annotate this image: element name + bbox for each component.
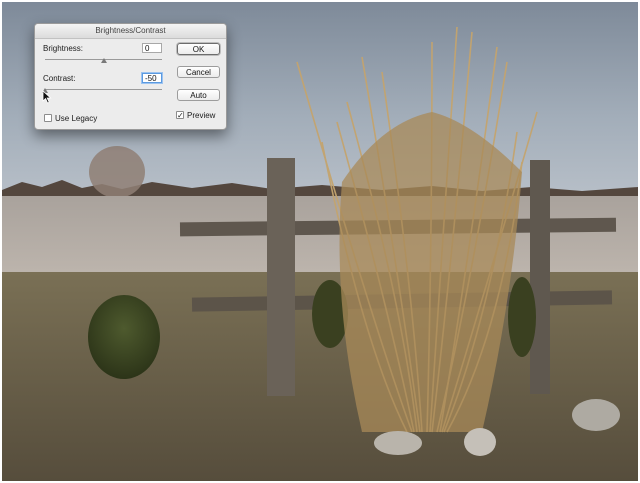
arrow-cursor-icon bbox=[42, 90, 52, 104]
contrast-field[interactable]: -50 bbox=[142, 73, 162, 83]
fence-post-left bbox=[267, 158, 295, 396]
checkmark-icon: ✓ bbox=[177, 111, 184, 120]
fence-post-right bbox=[530, 160, 550, 394]
cancel-button[interactable]: Cancel bbox=[177, 66, 220, 78]
contrast-slider-track[interactable] bbox=[45, 89, 162, 90]
brightness-slider-thumb[interactable] bbox=[100, 58, 107, 63]
brightness-field[interactable]: 0 bbox=[142, 43, 162, 53]
preview-checkbox[interactable]: ✓ bbox=[176, 111, 184, 120]
ok-button[interactable]: OK bbox=[177, 43, 220, 55]
preview-label: Preview bbox=[187, 111, 216, 120]
evergreen-shrub-left bbox=[88, 295, 160, 379]
auto-button[interactable]: Auto bbox=[177, 89, 220, 101]
use-legacy-label: Use Legacy bbox=[55, 114, 98, 123]
use-legacy-checkbox[interactable] bbox=[44, 114, 52, 122]
dialog-title: Brightness/Contrast bbox=[35, 24, 226, 39]
shrub-right bbox=[508, 277, 536, 357]
rock-1 bbox=[374, 431, 422, 455]
brightness-contrast-dialog: Brightness/Contrast Brightness: 0 Contra… bbox=[34, 23, 227, 130]
bare-tree bbox=[89, 146, 145, 198]
brightness-label: Brightness: bbox=[43, 44, 84, 53]
rock-3 bbox=[572, 399, 620, 431]
rock-2 bbox=[464, 428, 496, 456]
contrast-label: Contrast: bbox=[43, 74, 76, 83]
